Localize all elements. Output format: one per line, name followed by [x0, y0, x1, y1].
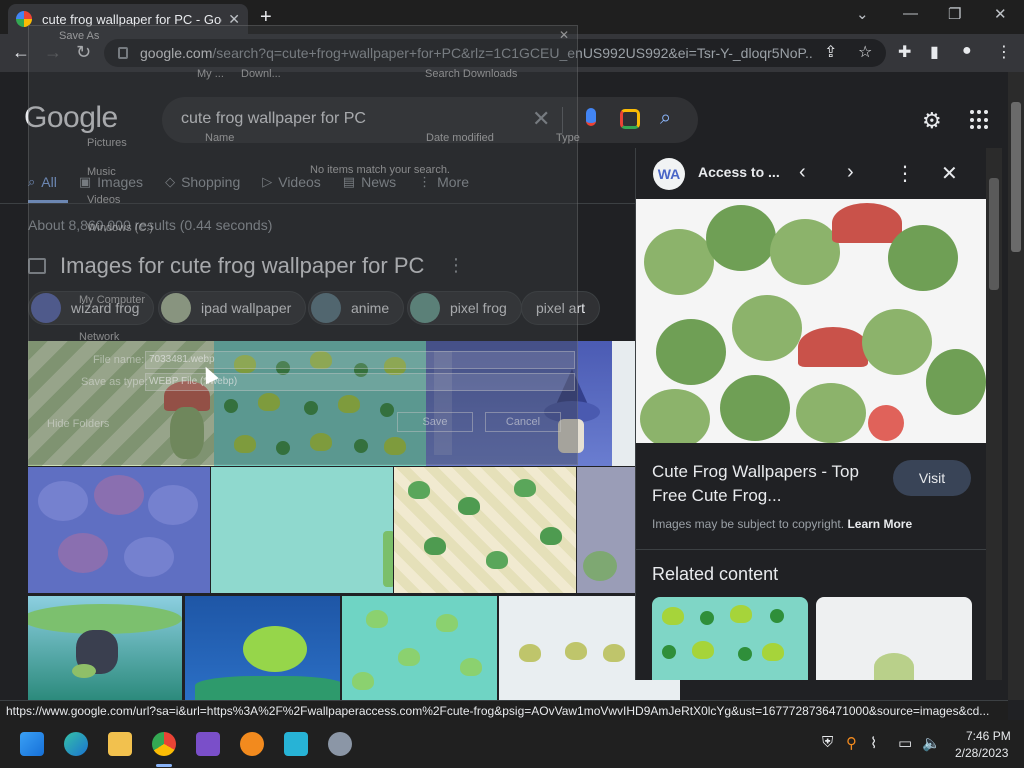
next-image-icon[interactable]: ›	[847, 161, 854, 184]
edge-browser-icon[interactable]	[64, 732, 88, 756]
image-result-teal-rain[interactable]	[211, 467, 393, 593]
related-thumbnail[interactable]	[816, 597, 972, 680]
learn-more-link[interactable]: Learn More	[847, 517, 912, 531]
network-off-icon[interactable]: ⌇	[870, 734, 877, 752]
image-result-3d-frog[interactable]	[185, 596, 340, 700]
related-thumbnail[interactable]	[652, 597, 808, 680]
volume-icon[interactable]: 🔈	[922, 734, 941, 752]
page-scrollbar[interactable]	[1008, 72, 1024, 700]
azure-tool-icon[interactable]	[284, 732, 308, 756]
display-icon[interactable]: ▭	[898, 734, 912, 752]
windows-start-icon[interactable]	[20, 732, 44, 756]
share-icon[interactable]: ⇪	[824, 42, 837, 62]
source-site-name[interactable]: Access to ...	[698, 164, 780, 180]
panel-scrollbar[interactable]	[986, 148, 1002, 680]
google-lens-icon[interactable]	[620, 109, 640, 129]
column-date-modified[interactable]: Date modified	[426, 132, 494, 144]
clock-time[interactable]: 7:46 PM	[966, 729, 1011, 743]
panel-scrollbar-thumb[interactable]	[989, 178, 999, 290]
column-name[interactable]: Name	[205, 132, 234, 144]
more-options-icon[interactable]: ⋮	[895, 161, 915, 186]
chrome-icon[interactable]	[152, 732, 176, 756]
nav-item-music[interactable]: Music	[87, 166, 116, 178]
google-apps-icon[interactable]	[970, 110, 990, 130]
search-app-icon[interactable]	[240, 732, 264, 756]
column-type[interactable]: Type	[556, 132, 580, 144]
copyright-notice: Images may be subject to copyright. Lear…	[652, 517, 913, 531]
related-content-title: Related content	[652, 564, 779, 584]
settings-gear-icon[interactable]: ⚙	[922, 108, 942, 134]
chrome-menu-icon[interactable]: ⋮	[996, 42, 1012, 62]
save-button[interactable]: Save	[397, 412, 473, 432]
path-segment[interactable]: Downl...	[241, 68, 281, 80]
close-window-icon[interactable]: ✕	[994, 5, 1007, 23]
nav-item-my-computer[interactable]: My Computer	[79, 294, 145, 306]
previous-image-icon[interactable]: ‹	[799, 161, 806, 184]
nav-item-network[interactable]: Network	[79, 331, 119, 343]
file-name-label: File name:	[93, 354, 145, 366]
panel-divider	[636, 549, 987, 550]
restore-icon[interactable]: ❐	[948, 5, 961, 23]
defender-shield-icon[interactable]: ⛨	[822, 734, 833, 751]
minimize-icon[interactable]: —	[903, 5, 918, 22]
save-as-dialog[interactable]: Save As My ... Downl... Search Downloads…	[28, 25, 580, 465]
page-scrollbar-thumb[interactable]	[1011, 102, 1021, 252]
image-result-anime-frog[interactable]	[28, 596, 182, 700]
image-preview-panel: WA Access to ... ‹ › ⋮ ✕ Cute Frog Wallp…	[635, 148, 987, 680]
preview-title[interactable]: Cute Frog Wallpapers - Top Free Cute Fro…	[652, 460, 882, 508]
tab-search-icon[interactable]: ⌄	[856, 5, 869, 23]
nav-item-c-drive[interactable]: Windows (C:)	[87, 222, 153, 234]
search-downloads-field[interactable]: Search Downloads	[425, 68, 517, 80]
close-panel-icon[interactable]: ✕	[941, 161, 958, 186]
path-segment[interactable]: My ...	[197, 68, 224, 80]
visit-button[interactable]: Visit	[893, 460, 971, 496]
file-explorer-icon[interactable]	[108, 732, 132, 756]
visual-studio-icon[interactable]	[196, 732, 220, 756]
status-url-bar: https://www.google.com/url?sa=i&url=http…	[0, 700, 1008, 720]
search-tray-icon[interactable]: ⚲	[846, 734, 857, 752]
extensions-puzzle-icon[interactable]: ✚	[898, 42, 911, 62]
search-icon[interactable]: ⌕	[660, 107, 671, 130]
profile-icon[interactable]: ●	[962, 42, 972, 60]
nav-item-pictures[interactable]: Pictures	[87, 137, 127, 149]
microphone-icon[interactable]	[586, 108, 596, 126]
image-result-teal-frog-pattern[interactable]	[342, 596, 497, 700]
side-panel-icon[interactable]: ▮	[930, 42, 939, 62]
nav-item-videos[interactable]: Videos	[87, 194, 120, 206]
cancel-button[interactable]: Cancel	[485, 412, 561, 432]
clock-date[interactable]: 2/28/2023	[955, 746, 1008, 760]
empty-message: No items match your search.	[310, 164, 450, 176]
bookmark-star-icon[interactable]: ☆	[858, 42, 872, 62]
settings-gear-icon[interactable]	[328, 732, 352, 756]
save-as-type-label: Save as type:	[81, 376, 148, 388]
image-result-frog-crowd-blue[interactable]	[28, 467, 210, 593]
active-app-indicator	[156, 764, 172, 767]
image-result-frog-doodle-pattern[interactable]	[394, 467, 576, 593]
source-site-icon[interactable]: WA	[653, 158, 685, 190]
image-result-partial[interactable]	[612, 341, 636, 466]
preview-image[interactable]	[636, 199, 987, 443]
hide-folders-toggle[interactable]: Hide Folders	[47, 418, 109, 430]
dialog-close-icon[interactable]: ✕	[559, 28, 569, 42]
save-as-title: Save As	[59, 30, 100, 42]
image-result-frog-partial[interactable]	[577, 467, 636, 593]
windows-taskbar: ⛨ ⚲ ⌇ ▭ 🔈 7:46 PM 2/28/2023	[0, 720, 1024, 768]
